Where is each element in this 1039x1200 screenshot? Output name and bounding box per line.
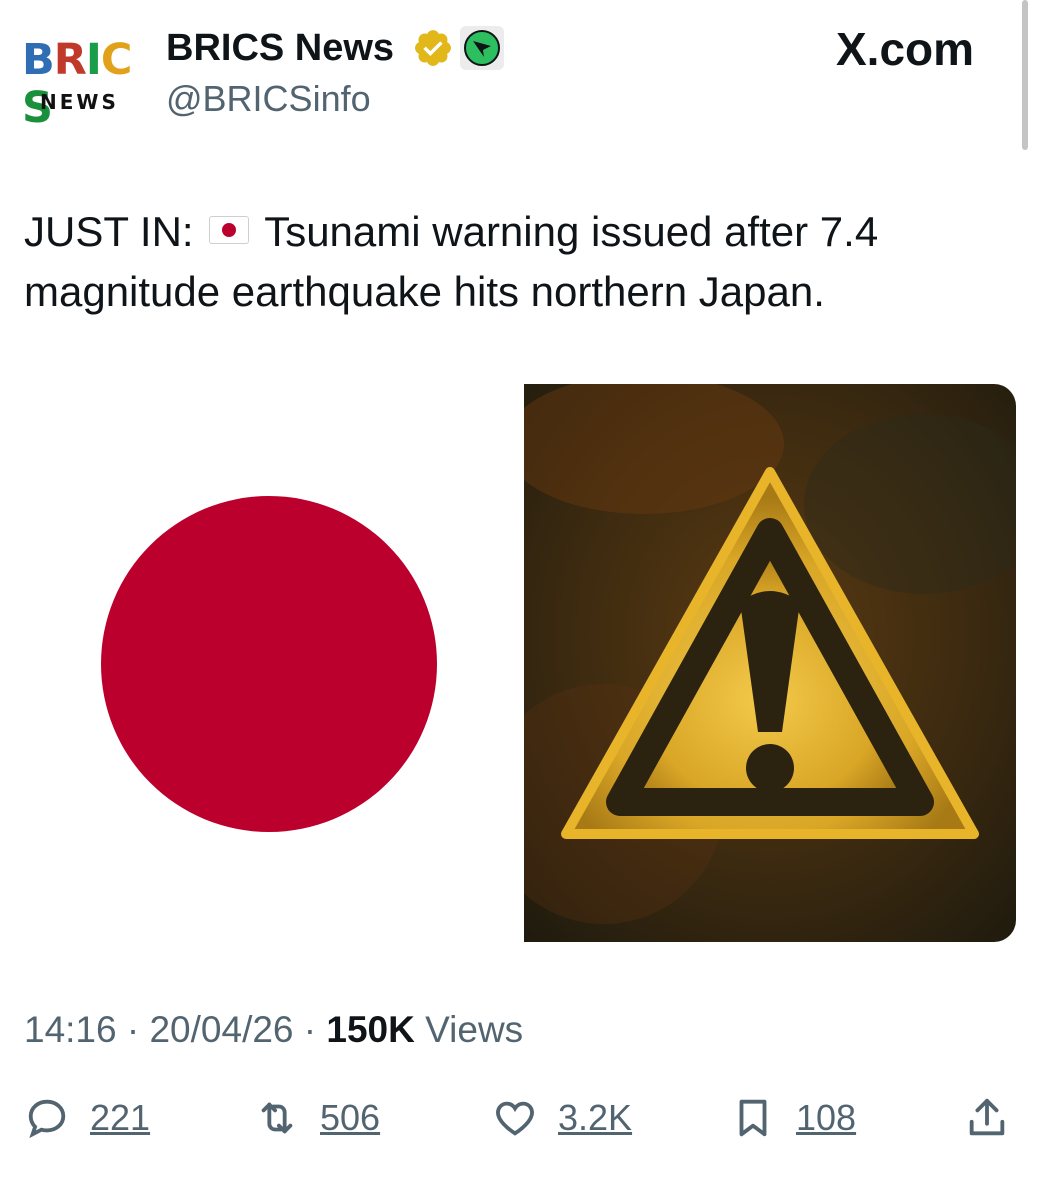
warning-sign-image[interactable]	[524, 384, 1016, 942]
affiliate-badge-icon	[460, 26, 504, 70]
bookmark-icon	[739, 1099, 767, 1137]
action-bar: 221 506 3.2K 108	[0, 1088, 1039, 1148]
site-watermark: X.com	[836, 23, 975, 75]
repost-button[interactable]: 506	[254, 1088, 380, 1148]
display-name[interactable]: BRICS News	[166, 26, 394, 70]
japan-flag-image[interactable]	[24, 384, 514, 942]
tweet-text: JUST IN: Tsunami warning issued after 7.…	[24, 202, 1004, 322]
share-button[interactable]	[964, 1088, 1010, 1148]
like-button[interactable]: 3.2K	[492, 1088, 632, 1148]
repost-count: 506	[320, 1097, 381, 1138]
tweet-time[interactable]: 14:16	[24, 1009, 117, 1050]
repost-icon	[261, 1102, 293, 1134]
reply-icon	[28, 1099, 66, 1139]
reply-count: 221	[90, 1097, 151, 1138]
reply-button[interactable]: 221	[24, 1088, 150, 1148]
brics-news-logo[interactable]: BRICS NEWS	[22, 36, 142, 132]
bookmark-button[interactable]: 108	[730, 1088, 856, 1148]
scrollbar[interactable]	[1022, 0, 1028, 150]
verified-badge-icon	[415, 30, 451, 66]
tweet-prefix: JUST IN:	[24, 208, 194, 255]
tweet-meta: 14:16 · 20/04/26 · 150K Views	[24, 1009, 524, 1050]
user-handle[interactable]: @BRICSinfo	[166, 78, 371, 120]
red-sun-disc	[101, 496, 437, 832]
bookmark-count: 108	[796, 1097, 857, 1138]
heart-icon	[496, 1101, 534, 1136]
japan-flag-emoji-icon	[209, 216, 250, 244]
views-count: 150K	[326, 1009, 415, 1050]
views-label: Views	[425, 1009, 524, 1050]
share-icon	[969, 1098, 1005, 1136]
logo-wordmark: BRICS	[22, 35, 132, 133]
logo-subtitle: NEWS	[40, 90, 119, 114]
tweet-date[interactable]: 20/04/26	[149, 1009, 293, 1050]
like-count: 3.2K	[558, 1097, 633, 1138]
